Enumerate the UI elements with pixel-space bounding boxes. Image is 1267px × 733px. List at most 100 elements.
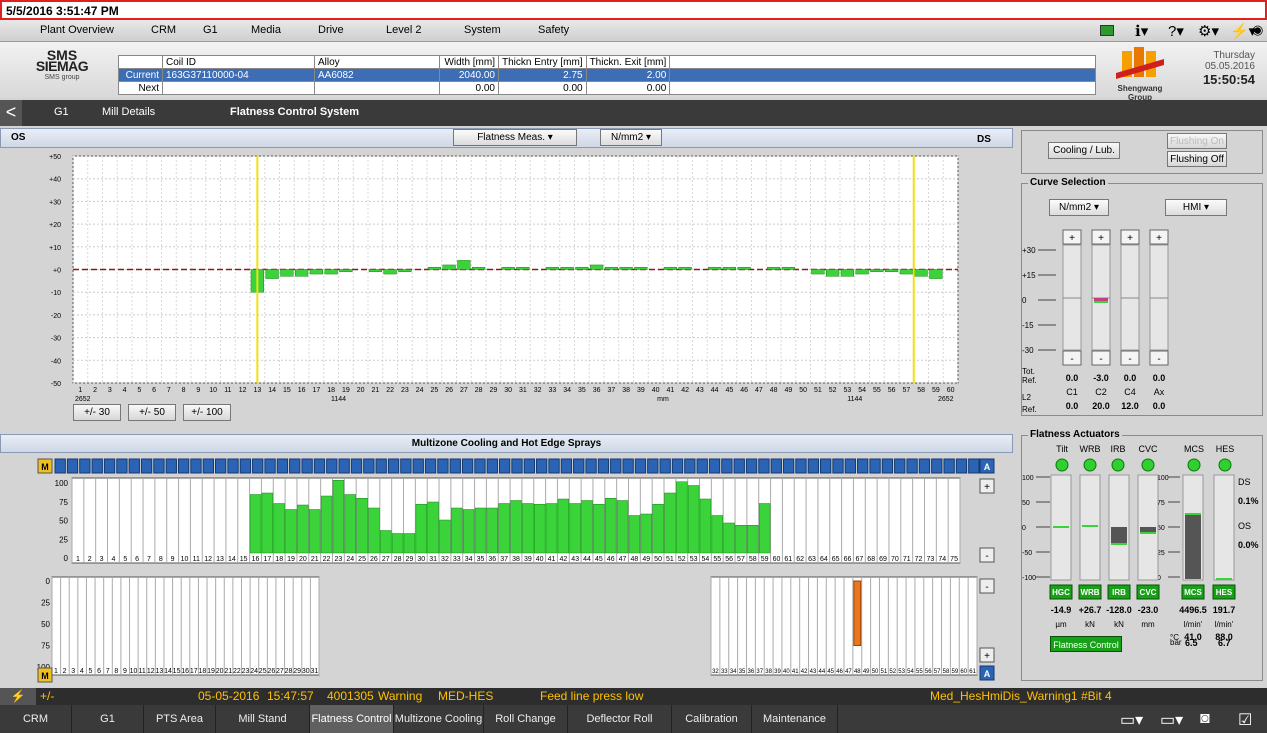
nav-deflector-roll[interactable]: Deflector Roll <box>568 705 672 733</box>
help-icon[interactable]: ?▾ <box>1168 22 1184 40</box>
spray-zone-toggle[interactable] <box>128 458 140 474</box>
spray-zone-toggle[interactable] <box>511 458 523 474</box>
spray-zone-toggle[interactable] <box>177 458 190 474</box>
spray-zone-toggle[interactable] <box>931 458 943 474</box>
spray-zone-toggle[interactable] <box>116 458 128 474</box>
nav-mill-stand[interactable]: Mill Stand <box>216 705 310 733</box>
spray-zone-toggle[interactable] <box>227 458 239 474</box>
spray-zone-toggle[interactable] <box>536 458 548 474</box>
spray-zone-toggle[interactable] <box>252 458 264 474</box>
spray-zone-toggle[interactable] <box>560 458 573 474</box>
menu-level2[interactable]: Level 2 <box>386 24 421 36</box>
spray-zone-toggle[interactable] <box>647 458 659 474</box>
check-icon[interactable]: ☑ <box>1238 710 1252 730</box>
spray-zone-toggle[interactable] <box>721 458 733 474</box>
spray-zone-toggle[interactable] <box>548 458 560 474</box>
flushing-on-button[interactable]: Flushing On <box>1167 133 1227 149</box>
spray-zone-toggle[interactable] <box>264 458 276 474</box>
spray-zone-toggle[interactable] <box>202 458 215 474</box>
spray-zone-toggle[interactable] <box>708 458 721 474</box>
spray-zone-toggle[interactable] <box>622 458 634 474</box>
spray-zone-toggle[interactable] <box>54 458 66 474</box>
spray-zone-toggle[interactable] <box>165 458 177 474</box>
spray-zone-toggle[interactable] <box>474 458 486 474</box>
spray-zone-toggle[interactable] <box>782 458 795 474</box>
nav-multizone-cooling[interactable]: Multizone Cooling <box>394 705 484 733</box>
menu-g1[interactable]: G1 <box>203 24 218 36</box>
spray-zone-toggle[interactable] <box>375 458 387 474</box>
nav-pts-area[interactable]: PTS Area <box>144 705 216 733</box>
breadcrumb-g1[interactable]: G1 <box>54 106 69 118</box>
flatness-control-button[interactable]: Flatness Control <box>1050 636 1122 652</box>
spray-zone-toggle[interactable] <box>190 458 202 474</box>
spray-zone-toggle[interactable] <box>153 458 165 474</box>
nav-crm[interactable]: CRM <box>0 705 72 733</box>
curve-unit-select[interactable]: N/mm2 ▾ <box>1049 199 1109 216</box>
spray-zone-toggle[interactable] <box>696 458 708 474</box>
screen-icon[interactable]: ▭▾ <box>1160 710 1183 730</box>
nav-flatness-control[interactable]: Flatness Control <box>310 705 394 733</box>
spray-zone-toggle[interactable] <box>684 458 696 474</box>
spray-zone-toggle[interactable] <box>906 458 918 474</box>
spray-zone-toggle[interactable] <box>610 458 622 474</box>
spray-zone-toggle[interactable] <box>955 458 968 474</box>
spray-zone-toggle[interactable] <box>745 458 758 474</box>
flushing-off-button[interactable]: Flushing Off <box>1167 151 1227 167</box>
spray-zone-toggle[interactable] <box>461 458 474 474</box>
spray-zone-toggle[interactable] <box>857 458 869 474</box>
back-button[interactable]: < <box>0 100 22 126</box>
spray-zone-toggle[interactable] <box>239 458 252 474</box>
spray-zone-toggle[interactable] <box>289 458 301 474</box>
scale-30-button[interactable]: +/- 30 <box>73 404 121 421</box>
spray-zone-toggle[interactable] <box>363 458 375 474</box>
spray-zone-toggle[interactable] <box>313 458 326 474</box>
curve-hmi-select[interactable]: HMI ▾ <box>1165 199 1227 216</box>
menu-drive[interactable]: Drive <box>318 24 344 36</box>
coil-row-next[interactable]: Next 0.00 0.00 0.00 <box>118 81 1096 95</box>
spray-zone-toggle[interactable] <box>634 458 647 474</box>
monitor-icon[interactable]: ▭▾ <box>1120 710 1143 730</box>
spray-zone-toggle[interactable] <box>437 458 449 474</box>
spray-zone-toggle[interactable] <box>573 458 585 474</box>
spray-zone-toggle[interactable] <box>79 458 91 474</box>
spray-zone-toggle[interactable] <box>819 458 832 474</box>
spray-zone-toggle[interactable] <box>881 458 894 474</box>
spray-zone-toggle[interactable] <box>659 458 671 474</box>
spray-zone-toggle[interactable] <box>968 458 980 474</box>
flatness-measure-select[interactable]: Flatness Meas. ▾ <box>453 129 577 146</box>
camera-icon[interactable]: ◙ <box>1200 710 1210 728</box>
gear-icon[interactable]: ⚙▾ <box>1198 22 1219 40</box>
spray-zone-toggle[interactable] <box>597 458 610 474</box>
spray-zone-toggle[interactable] <box>918 458 931 474</box>
spray-zone-toggle[interactable] <box>498 458 511 474</box>
spray-zone-toggle[interactable] <box>795 458 807 474</box>
eye-icon[interactable]: ◉ <box>1252 22 1263 38</box>
flatness-unit-select[interactable]: N/mm2 ▾ <box>600 129 662 146</box>
coil-row-current[interactable]: Current 163G37110000-04 AA6082 2040.00 2… <box>118 68 1096 82</box>
spray-zone-toggle[interactable] <box>276 458 289 474</box>
scale-50-button[interactable]: +/- 50 <box>128 404 176 421</box>
spray-zone-toggle[interactable] <box>844 458 857 474</box>
spray-zone-toggle[interactable] <box>449 458 461 474</box>
nav-calibration[interactable]: Calibration <box>672 705 752 733</box>
spray-zone-toggle[interactable] <box>943 458 955 474</box>
spray-zone-toggle[interactable] <box>424 458 437 474</box>
spray-zone-toggle[interactable] <box>733 458 745 474</box>
spray-zone-toggle[interactable] <box>894 458 906 474</box>
menu-crm[interactable]: CRM <box>151 24 176 36</box>
spray-zone-toggle[interactable] <box>140 458 153 474</box>
spray-zone-toggle[interactable] <box>91 458 103 474</box>
menu-system[interactable]: System <box>464 24 501 36</box>
spray-zone-toggle[interactable] <box>869 458 881 474</box>
spray-zone-toggle[interactable] <box>326 458 338 474</box>
menu-media[interactable]: Media <box>251 24 281 36</box>
spray-zone-toggle[interactable] <box>671 458 684 474</box>
spray-zone-toggle[interactable] <box>486 458 498 474</box>
spray-zone-toggle[interactable] <box>770 458 782 474</box>
nav-roll-change[interactable]: Roll Change <box>484 705 568 733</box>
info-icon[interactable]: ℹ▾ <box>1135 22 1148 40</box>
spray-zone-toggle[interactable] <box>758 458 770 474</box>
spray-zone-toggle[interactable] <box>215 458 227 474</box>
spray-zone-toggle[interactable] <box>387 458 400 474</box>
spray-zone-toggle[interactable] <box>585 458 597 474</box>
